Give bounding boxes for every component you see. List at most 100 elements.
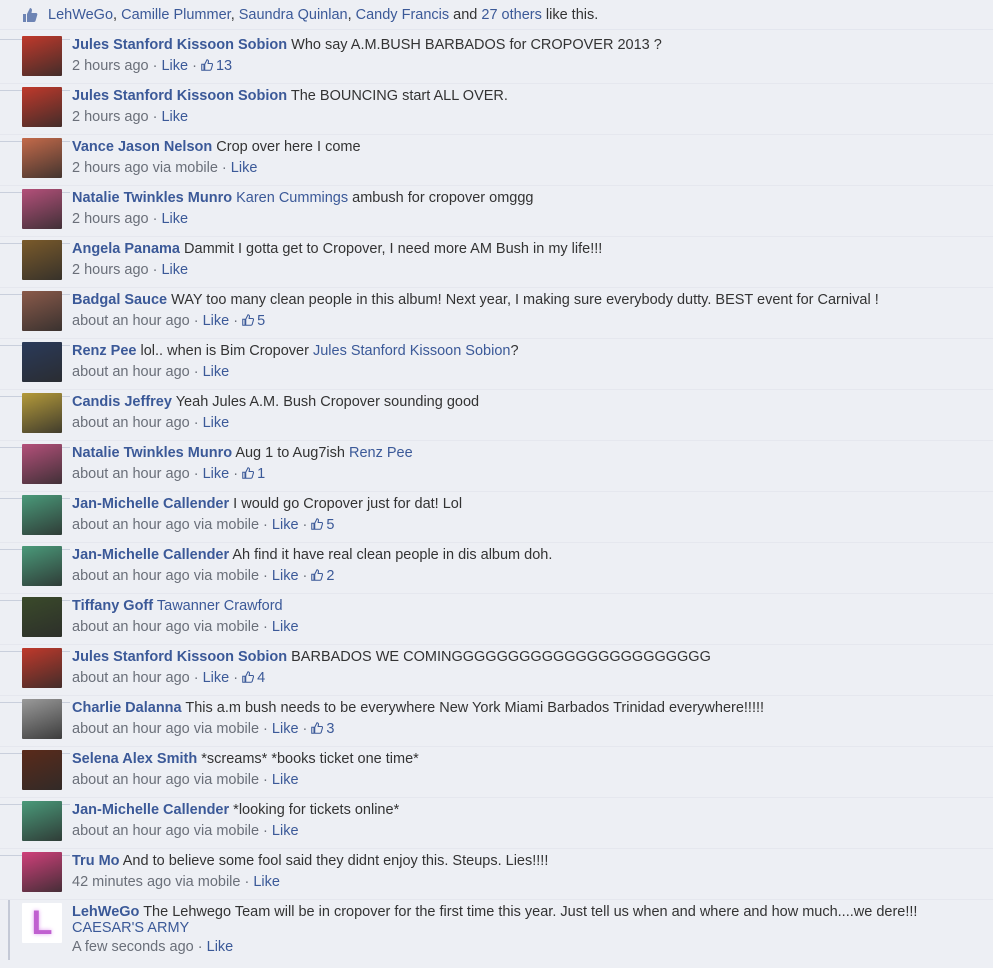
liker-link[interactable]: Camille Plummer	[121, 7, 231, 23]
timestamp[interactable]: 2 hours ago	[72, 160, 149, 176]
liker-link[interactable]: LehWeGo	[48, 7, 113, 23]
commenter-name-link[interactable]: Badgal Sauce	[72, 292, 167, 308]
comment-body: Renz Pee lol.. when is Bim Cropover Jule…	[72, 342, 985, 382]
like-link[interactable]: Like	[161, 58, 188, 74]
avatar[interactable]	[22, 801, 62, 841]
like-link[interactable]: Like	[272, 772, 299, 788]
commenter-name-link[interactable]: Vance Jason Nelson	[72, 139, 212, 155]
like-link[interactable]: Like	[272, 721, 299, 737]
comment-text: This a.m bush needs to be everywhere New…	[185, 700, 765, 716]
like-link[interactable]: Like	[203, 415, 230, 431]
avatar[interactable]	[22, 87, 62, 127]
liker-link[interactable]: Candy Francis	[356, 7, 449, 23]
like-count[interactable]: 3	[311, 721, 335, 737]
commenter-name-link[interactable]: Jules Stanford Kissoon Sobion	[72, 649, 287, 665]
avatar[interactable]	[22, 648, 62, 688]
commenter-name-link[interactable]: Natalie Twinkles Munro	[72, 190, 232, 206]
timestamp[interactable]: about an hour ago	[72, 517, 190, 533]
timestamp[interactable]: about an hour ago	[72, 466, 190, 482]
avatar[interactable]	[22, 342, 62, 382]
like-count[interactable]: 5	[242, 313, 265, 329]
timestamp[interactable]: 2 hours ago	[72, 109, 149, 125]
like-link[interactable]: Like	[203, 313, 230, 329]
timestamp[interactable]: about an hour ago	[72, 364, 190, 380]
like-link[interactable]: Like	[203, 670, 230, 686]
timestamp[interactable]: about an hour ago	[72, 619, 190, 635]
timestamp[interactable]: 2 hours ago	[72, 262, 149, 278]
like-link[interactable]: Like	[253, 874, 280, 890]
avatar[interactable]	[22, 240, 62, 280]
like-link[interactable]: Like	[272, 517, 299, 533]
avatar[interactable]	[22, 852, 62, 892]
like-link[interactable]: Like	[231, 160, 258, 176]
thumbs-up-icon	[311, 722, 324, 734]
commenter-name-link[interactable]: Jan-Michelle Callender	[72, 496, 229, 512]
mention-link[interactable]: Tawanner Crawford	[157, 598, 283, 614]
commenter-name-link[interactable]: Charlie Dalanna	[72, 700, 182, 716]
comment-row: Badgal Sauce WAY too many clean people i…	[0, 288, 993, 339]
liker-link[interactable]: Saundra Quinlan	[239, 7, 348, 23]
commenter-name-link[interactable]: Jan-Michelle Callender	[72, 547, 229, 563]
timestamp[interactable]: about an hour ago	[72, 772, 190, 788]
comment-meta: 2 hours ago via mobile · Like	[72, 160, 258, 176]
mention-link[interactable]: Jules Stanford Kissoon Sobion	[313, 343, 511, 359]
like-link[interactable]: Like	[207, 939, 234, 955]
avatar[interactable]	[22, 189, 62, 229]
like-link[interactable]: Like	[203, 364, 230, 380]
others-link[interactable]: 27 others	[481, 7, 541, 23]
via-mobile: via mobile	[193, 823, 260, 839]
avatar[interactable]	[22, 138, 62, 178]
commenter-name-link[interactable]: Jules Stanford Kissoon Sobion	[72, 37, 287, 53]
commenter-name-link[interactable]: Renz Pee	[72, 343, 136, 359]
like-link[interactable]: Like	[272, 619, 299, 635]
timestamp[interactable]: 42 minutes ago	[72, 874, 171, 890]
avatar[interactable]	[22, 597, 62, 637]
like-link[interactable]: Like	[161, 109, 188, 125]
avatar[interactable]	[22, 546, 62, 586]
commenter-name-link[interactable]: Candis Jeffrey	[72, 394, 172, 410]
timestamp[interactable]: about an hour ago	[72, 670, 190, 686]
timestamp[interactable]: about an hour ago	[72, 313, 190, 329]
timestamp[interactable]: 2 hours ago	[72, 58, 149, 74]
commenter-name-link[interactable]: Tru Mo	[72, 853, 120, 869]
avatar[interactable]	[22, 291, 62, 331]
timestamp[interactable]: about an hour ago	[72, 568, 190, 584]
mention-link[interactable]: Karen Cummings	[236, 190, 348, 206]
commenter-name-link[interactable]: Angela Panama	[72, 241, 180, 257]
like-count[interactable]: 5	[311, 517, 335, 533]
timestamp[interactable]: about an hour ago	[72, 823, 190, 839]
like-link[interactable]: Like	[161, 262, 188, 278]
timestamp[interactable]: A few seconds ago	[72, 939, 194, 955]
mention-link[interactable]: Renz Pee	[349, 445, 413, 461]
via-mobile: via mobile	[175, 874, 241, 890]
like-count[interactable]: 13	[201, 58, 232, 74]
avatar[interactable]	[22, 393, 62, 433]
avatar[interactable]: L	[22, 903, 62, 943]
comment-text: lol.. when is Bim Cropover	[140, 343, 309, 359]
comment-row: Jan-Michelle Callender Ah find it have r…	[0, 543, 993, 594]
commenter-name-link[interactable]: Jan-Michelle Callender	[72, 802, 229, 818]
timestamp[interactable]: about an hour ago	[72, 415, 190, 431]
avatar[interactable]	[22, 750, 62, 790]
commenter-name-link[interactable]: LehWeGo	[72, 904, 139, 920]
commenter-name-link[interactable]: Tiffany Goff	[72, 598, 153, 614]
commenter-name-link[interactable]: Selena Alex Smith	[72, 751, 197, 767]
commenter-name-link[interactable]: Natalie Twinkles Munro	[72, 445, 232, 461]
logo-letter: L	[31, 903, 53, 942]
avatar[interactable]	[22, 495, 62, 535]
like-link[interactable]: Like	[272, 823, 299, 839]
like-count[interactable]: 2	[311, 568, 335, 584]
like-link[interactable]: Like	[272, 568, 299, 584]
commenter-name-link[interactable]: Jules Stanford Kissoon Sobion	[72, 88, 287, 104]
avatar[interactable]	[22, 36, 62, 76]
timestamp[interactable]: 2 hours ago	[72, 211, 149, 227]
like-link[interactable]: Like	[203, 466, 230, 482]
avatar[interactable]	[22, 699, 62, 739]
avatar[interactable]	[22, 444, 62, 484]
like-count[interactable]: 1	[242, 466, 265, 482]
like-link[interactable]: Like	[161, 211, 188, 227]
comment-row: Renz Pee lol.. when is Bim Cropover Jule…	[0, 339, 993, 390]
comment-text-line: Tru Mo And to believe some fool said the…	[72, 852, 985, 871]
like-count[interactable]: 4	[242, 670, 265, 686]
timestamp[interactable]: about an hour ago	[72, 721, 190, 737]
